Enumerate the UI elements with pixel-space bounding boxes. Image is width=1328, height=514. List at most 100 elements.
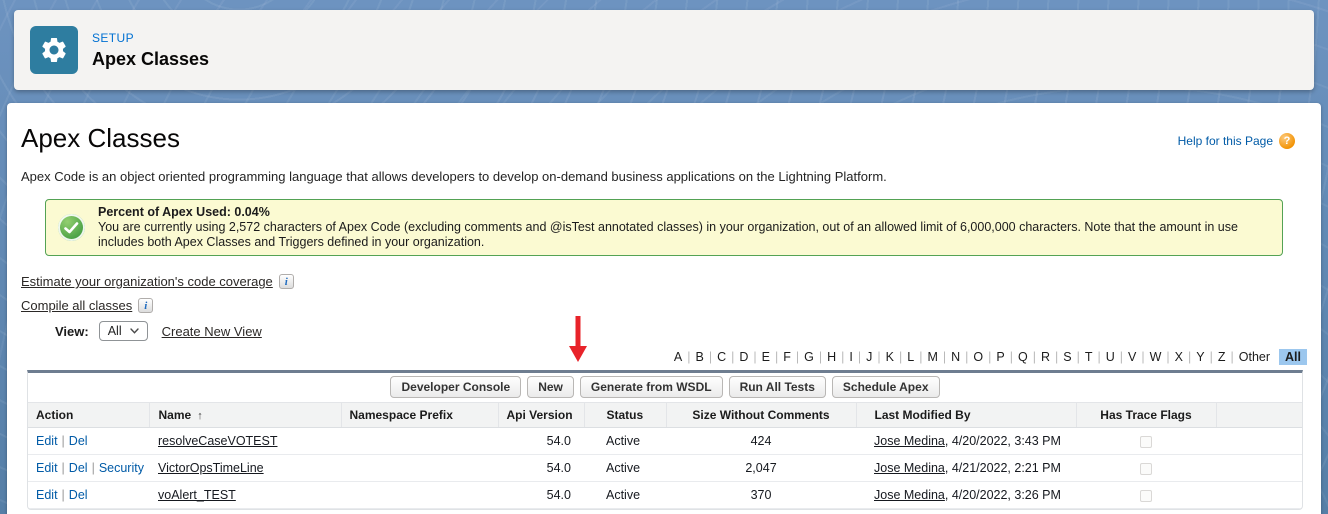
separator: | <box>61 488 65 502</box>
edit-link[interactable]: Edit <box>36 434 58 448</box>
alpha-filter-b[interactable]: B <box>691 349 709 365</box>
separator: | <box>91 461 95 475</box>
separator: | <box>61 434 65 448</box>
table-row: Edit | Del resolveCaseVOTEST 54.0 Active 424 Jo… <box>28 427 1302 455</box>
alpha-filter-q[interactable]: Q <box>1013 349 1033 365</box>
modified-date: , 4/20/2022, 3:43 PM <box>944 434 1061 448</box>
column-header-label: Action <box>36 408 74 422</box>
alpha-filter-w[interactable]: W <box>1145 349 1167 365</box>
trace-flag-checkbox <box>1140 435 1152 448</box>
alpha-filter-r[interactable]: R <box>1036 349 1055 365</box>
view-label: View: <box>55 323 89 339</box>
setup-page-title: Apex Classes <box>92 48 210 69</box>
column-header-action[interactable]: Action <box>28 402 150 428</box>
trace-flag-checkbox <box>1140 462 1152 475</box>
column-header-label: Namespace Prefix <box>349 408 453 422</box>
alpha-filter-l[interactable]: L <box>902 349 919 365</box>
table-row: Edit | Del voAlert_TEST 54.0 Active 370 Jose Me… <box>28 481 1302 509</box>
notice-body: You are currently using 2,572 characters… <box>98 220 1238 249</box>
alpha-filter-v[interactable]: V <box>1123 349 1141 365</box>
alpha-filter-h[interactable]: H <box>822 349 841 365</box>
setup-header-card: SETUP Apex Classes <box>14 10 1314 90</box>
schedule-apex-button[interactable]: Schedule Apex <box>831 376 940 398</box>
status-cell: Active <box>584 427 666 455</box>
last-modified-cell: Jose Medina, 4/21/2022, 2:21 PM <box>856 454 1076 482</box>
list-toolbar: Developer Console New Generate from WSDL Ru… <box>28 373 1302 402</box>
compile-all-classes-link[interactable]: Compile all classes <box>21 298 132 313</box>
alpha-filter-y[interactable]: Y <box>1191 349 1209 365</box>
alpha-filter-k[interactable]: K <box>881 349 899 365</box>
red-annotation-arrow <box>569 316 587 362</box>
alpha-filter-u[interactable]: U <box>1101 349 1120 365</box>
help-for-this-page-link[interactable]: Help for this Page <box>1178 134 1273 148</box>
class-name-link[interactable]: voAlert_TEST <box>158 488 236 502</box>
edit-link[interactable]: Edit <box>36 461 58 475</box>
column-header-api[interactable]: Api Version <box>498 402 585 428</box>
filler-cell <box>1216 427 1302 455</box>
column-header-size[interactable]: Size Without Comments <box>666 402 857 428</box>
help-question-icon[interactable]: ? <box>1279 133 1295 149</box>
modified-date: , 4/21/2022, 2:21 PM <box>944 461 1061 475</box>
alpha-filter-s[interactable]: S <box>1058 349 1076 365</box>
alpha-filter-z[interactable]: Z <box>1213 349 1231 365</box>
generate-from-wsdl-button[interactable]: Generate from WSDL <box>579 376 723 398</box>
separator: | <box>61 461 65 475</box>
developer-console-button[interactable]: Developer Console <box>390 376 522 398</box>
class-name-link[interactable]: resolveCaseVOTEST <box>158 434 277 448</box>
modified-by-link[interactable]: Jose Medina <box>874 461 945 475</box>
del-link[interactable]: Del <box>69 461 88 475</box>
alpha-filter-other[interactable]: Other <box>1234 349 1275 365</box>
modified-by-link[interactable]: Jose Medina <box>874 488 945 502</box>
alpha-filter-n[interactable]: N <box>946 349 965 365</box>
column-header-name[interactable]: Name ↑ <box>149 402 342 428</box>
edit-link[interactable]: Edit <box>36 488 58 502</box>
alpha-filter-x[interactable]: X <box>1170 349 1188 365</box>
alpha-filter-d[interactable]: D <box>734 349 753 365</box>
column-header-modified[interactable]: Last Modified By <box>856 402 1077 428</box>
create-new-view-link[interactable]: Create New View <box>162 324 262 339</box>
class-name-link[interactable]: VictorOpsTimeLine <box>158 461 264 475</box>
filler-cell <box>1216 454 1302 482</box>
table-header-row: Action Name ↑ Namespace Prefix Api Version St… <box>28 402 1302 428</box>
api-version-cell: 54.0 <box>498 427 584 455</box>
column-header-namespace[interactable]: Namespace Prefix <box>341 402 499 428</box>
size-cell: 2,047 <box>666 454 856 482</box>
new-button[interactable]: New <box>527 376 574 398</box>
name-cell: voAlert_TEST <box>149 481 341 509</box>
status-cell: Active <box>584 454 666 482</box>
alpha-filter-a[interactable]: A <box>669 349 687 365</box>
alpha-filter-p[interactable]: P <box>991 349 1009 365</box>
trace-flags-cell <box>1076 427 1216 455</box>
view-dropdown[interactable]: All <box>98 321 148 341</box>
alpha-filter-e[interactable]: E <box>757 349 775 365</box>
column-header-trace[interactable]: Has Trace Flags <box>1076 402 1217 428</box>
trace-flags-cell <box>1076 481 1216 509</box>
column-header-status[interactable]: Status <box>584 402 667 428</box>
alpha-filter-g[interactable]: G <box>799 349 819 365</box>
column-header-label: Has Trace Flags <box>1100 408 1192 422</box>
alpha-filter-all[interactable]: All <box>1279 349 1307 365</box>
name-cell: VictorOpsTimeLine <box>149 454 341 482</box>
estimate-code-coverage-link[interactable]: Estimate your organization's code covera… <box>21 274 273 289</box>
alpha-filter-j[interactable]: J <box>861 349 877 365</box>
alpha-filter-o[interactable]: O <box>968 349 988 365</box>
api-version-cell: 54.0 <box>498 481 584 509</box>
filler-cell <box>1216 481 1302 509</box>
setup-breadcrumb[interactable]: SETUP <box>92 31 209 45</box>
column-header-label: Status <box>606 408 644 422</box>
action-cell: Edit | Del <box>28 427 149 455</box>
alpha-filter-c[interactable]: C <box>712 349 731 365</box>
del-link[interactable]: Del <box>69 488 88 502</box>
run-all-tests-button[interactable]: Run All Tests <box>728 376 826 398</box>
last-modified-cell: Jose Medina, 4/20/2022, 3:26 PM <box>856 481 1076 509</box>
alpha-filter-i[interactable]: I <box>844 349 857 365</box>
status-cell: Active <box>584 481 666 509</box>
alphabet-filter: A | B | C | D | E | F | G | H | I | J | K | L | M | N | O | P | Q | R | S | T |… <box>21 349 1307 365</box>
alpha-filter-f[interactable]: F <box>778 349 796 365</box>
alpha-filter-t[interactable]: T <box>1080 349 1098 365</box>
name-cell: resolveCaseVOTEST <box>149 427 341 455</box>
modified-by-link[interactable]: Jose Medina <box>874 434 945 448</box>
security-link[interactable]: Security <box>99 461 144 475</box>
alpha-filter-m[interactable]: M <box>922 349 942 365</box>
del-link[interactable]: Del <box>69 434 88 448</box>
